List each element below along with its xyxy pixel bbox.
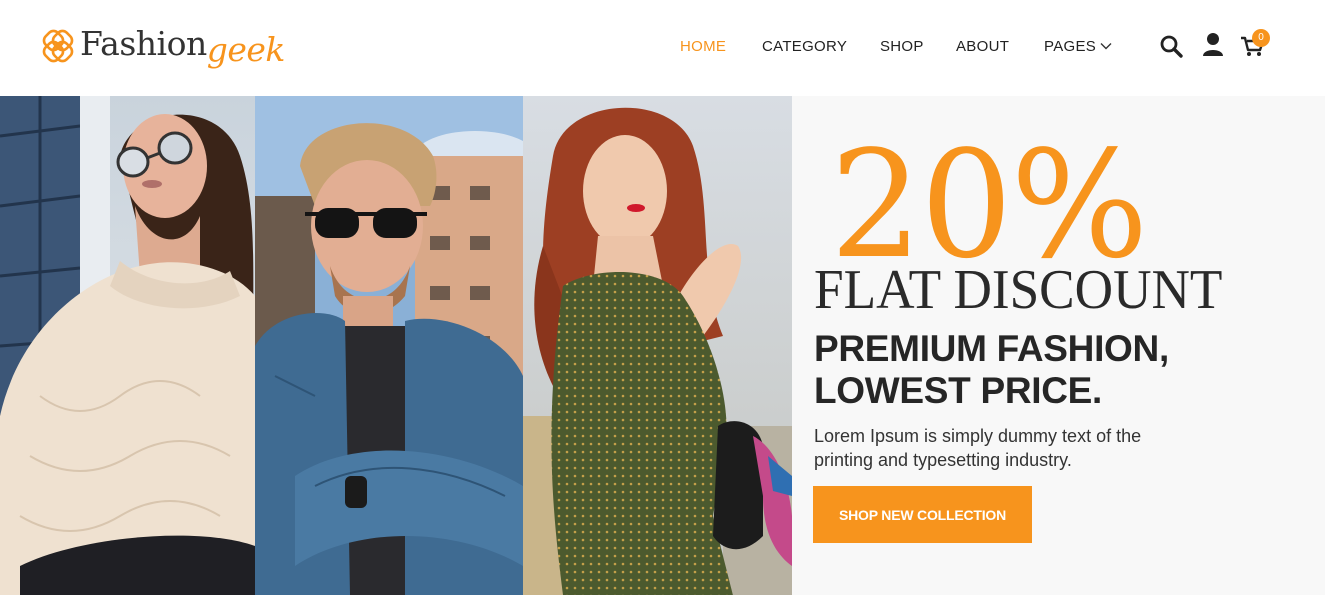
discount-label: FLAT DISCOUNT — [814, 259, 1223, 321]
discount-percentage: 20% — [830, 119, 1148, 291]
nav-home[interactable]: HOME — [680, 36, 726, 58]
woman-white-sweater-sunglasses-photo — [0, 96, 255, 595]
nav-about[interactable]: ABOUT — [956, 36, 1009, 58]
account-button[interactable] — [1199, 30, 1229, 60]
hero-description: Lorem Ipsum is simply dummy text of the … — [814, 426, 1142, 470]
shop-new-collection-button[interactable]: SHOP NEW COLLECTION — [813, 486, 1032, 543]
nav-category[interactable]: CATEGORY — [762, 36, 847, 58]
chevron-down-icon — [1100, 43, 1112, 50]
hero-headline-line1: PREMIUM FASHION, — [814, 328, 1169, 369]
nav-shop[interactable]: SHOP — [880, 36, 924, 58]
hero-headline-line2: LOWEST PRICE. — [814, 370, 1102, 411]
hero-headline: PREMIUM FASHION, LOWEST PRICE. — [814, 328, 1169, 412]
search-icon — [1160, 35, 1183, 58]
main-nav: HOME CATEGORY SHOP ABOUT PAGES — [0, 36, 1325, 60]
site-header: Fashiongeek HOME CATEGORY SHOP ABOUT PAG… — [0, 0, 1325, 96]
nav-pages-label: PAGES — [1044, 38, 1097, 55]
user-icon — [1203, 33, 1223, 56]
man-denim-jacket-sunglasses-photo — [255, 96, 523, 595]
search-button[interactable] — [1157, 30, 1187, 60]
cart-count-badge: 0 — [1252, 29, 1270, 47]
redhead-woman-green-dress-photo — [523, 96, 792, 595]
nav-pages[interactable]: PAGES — [1044, 36, 1113, 58]
